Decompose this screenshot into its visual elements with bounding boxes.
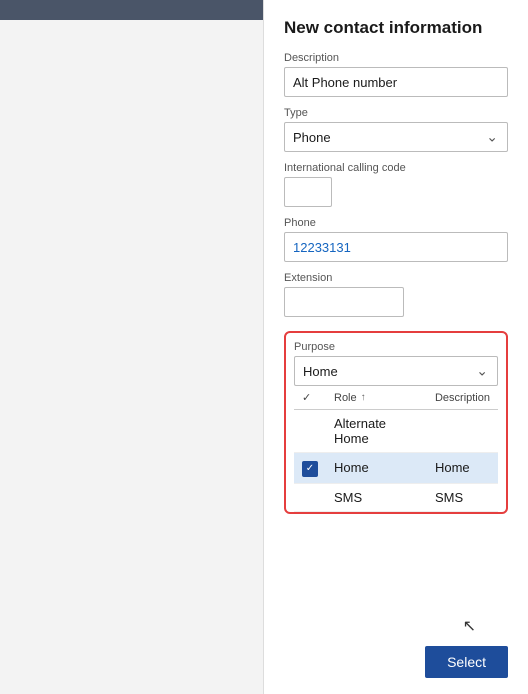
intl-code-input[interactable]: [284, 177, 332, 207]
checkmark-icon: ✓: [302, 461, 318, 477]
purpose-select[interactable]: Home Work Mobile Other: [294, 356, 498, 386]
sort-icon: ↑: [361, 392, 366, 403]
intl-code-field-group: International calling code: [284, 162, 508, 207]
row-desc-home: Home: [427, 453, 498, 484]
description-input[interactable]: [284, 67, 508, 97]
type-select-wrapper: Phone Email URL: [284, 122, 508, 152]
purpose-field-group: Purpose Home Work Mobile Other: [294, 341, 498, 386]
col-check: ✓: [294, 386, 326, 410]
footer-area: Select: [284, 638, 508, 682]
row-desc-sms: SMS: [427, 483, 498, 511]
col-description: Description: [427, 386, 498, 410]
row-check-home: ✓: [294, 453, 326, 484]
sidebar-top-bar: [0, 0, 263, 20]
row-check-sms: [294, 483, 326, 511]
row-role-home: Home: [326, 453, 427, 484]
extension-input[interactable]: [284, 287, 404, 317]
description-field-group: Description: [284, 52, 508, 97]
purpose-section: Purpose Home Work Mobile Other ✓: [284, 331, 508, 514]
col-role[interactable]: Role ↑: [326, 386, 427, 410]
row-check-alternate-home: [294, 410, 326, 453]
type-select[interactable]: Phone Email URL: [284, 122, 508, 152]
row-desc-alternate-home: [427, 410, 498, 453]
extension-label: Extension: [284, 272, 508, 284]
page-title: New contact information: [284, 18, 508, 38]
sidebar: [0, 0, 264, 694]
main-panel: New contact information Description Type…: [264, 0, 528, 694]
table-row[interactable]: SMS SMS: [294, 483, 498, 511]
row-role-alternate-home: Alternate Home: [326, 410, 427, 453]
table-header-row: ✓ Role ↑ Description: [294, 386, 498, 410]
purpose-label: Purpose: [294, 341, 498, 353]
purpose-table-body: Alternate Home ✓ Home Home SMS: [294, 410, 498, 512]
type-field-group: Type Phone Email URL: [284, 107, 508, 152]
extension-field-group: Extension: [284, 272, 508, 317]
table-row[interactable]: Alternate Home: [294, 410, 498, 453]
description-label: Description: [284, 52, 508, 64]
purpose-table: ✓ Role ↑ Description: [294, 386, 498, 512]
phone-input[interactable]: [284, 232, 508, 262]
row-role-sms: SMS: [326, 483, 427, 511]
phone-label: Phone: [284, 217, 508, 229]
cursor-indicator: ↖: [463, 616, 476, 636]
select-button[interactable]: Select: [425, 646, 508, 678]
purpose-select-wrapper: Home Work Mobile Other: [294, 356, 498, 386]
intl-code-label: International calling code: [284, 162, 508, 174]
table-row[interactable]: ✓ Home Home: [294, 453, 498, 484]
type-label: Type: [284, 107, 508, 119]
phone-field-group: Phone: [284, 217, 508, 262]
